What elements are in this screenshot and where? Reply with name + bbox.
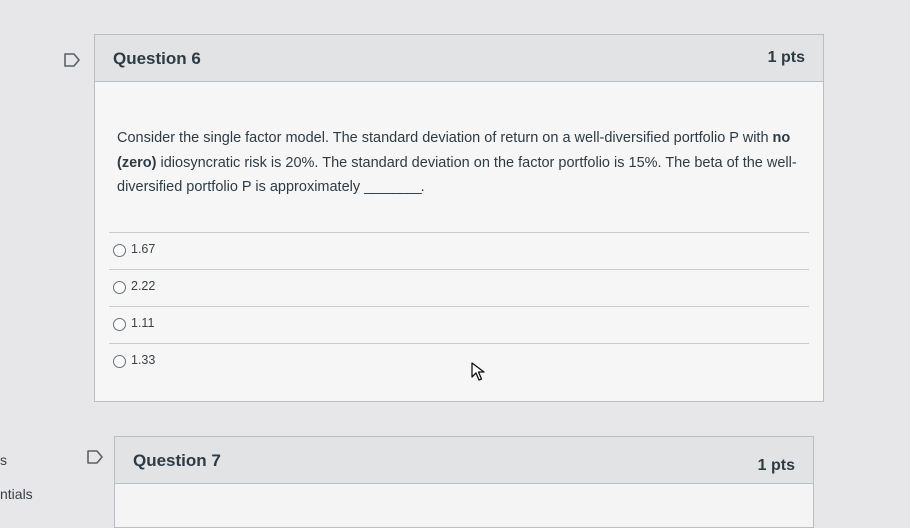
question-text-part: Consider the single factor model. The st… bbox=[117, 130, 773, 146]
question-body: Consider the single factor model. The st… bbox=[95, 82, 823, 401]
question-points: 1 pts bbox=[757, 457, 795, 474]
answer-option[interactable]: 1.67 bbox=[109, 232, 809, 269]
question-header: Question 7 1 pts bbox=[115, 437, 813, 484]
question-blank: ________. bbox=[364, 179, 425, 195]
answer-option[interactable]: 1.11 bbox=[109, 306, 809, 343]
question-text: Consider the single factor model. The st… bbox=[117, 126, 797, 200]
flag-icon[interactable] bbox=[64, 53, 80, 67]
mouse-pointer-icon bbox=[471, 362, 485, 381]
answer-label[interactable]: 2.22 bbox=[131, 279, 155, 293]
answer-label[interactable]: 1.11 bbox=[131, 316, 154, 330]
question-points: 1 pts bbox=[767, 49, 805, 66]
answer-option[interactable]: 1.33 bbox=[109, 343, 809, 380]
radio-unchecked-icon[interactable] bbox=[113, 244, 126, 257]
radio-unchecked-icon[interactable] bbox=[113, 281, 126, 294]
question-title: Question 7 bbox=[133, 451, 221, 470]
sidebar-item-essentials[interactable]: ntials bbox=[0, 486, 33, 502]
flag-icon[interactable] bbox=[87, 450, 103, 464]
question-header: Question 6 1 pts bbox=[95, 35, 823, 82]
answer-option[interactable]: 2.22 bbox=[109, 269, 809, 306]
question-card: Question 6 1 pts Consider the single fac… bbox=[94, 34, 824, 402]
answer-label[interactable]: 1.67 bbox=[131, 242, 155, 256]
radio-unchecked-icon[interactable] bbox=[113, 318, 126, 331]
sidebar-item-partial[interactable]: s bbox=[0, 452, 7, 468]
answer-label[interactable]: 1.33 bbox=[131, 353, 155, 367]
question-text-part: idiosyncratic risk is 20%. The standard … bbox=[117, 154, 797, 196]
answer-list: 1.67 2.22 1.11 1.33 bbox=[109, 232, 809, 380]
question-card: Question 7 1 pts bbox=[114, 436, 814, 528]
question-title: Question 6 bbox=[113, 49, 201, 68]
radio-unchecked-icon[interactable] bbox=[113, 355, 126, 368]
